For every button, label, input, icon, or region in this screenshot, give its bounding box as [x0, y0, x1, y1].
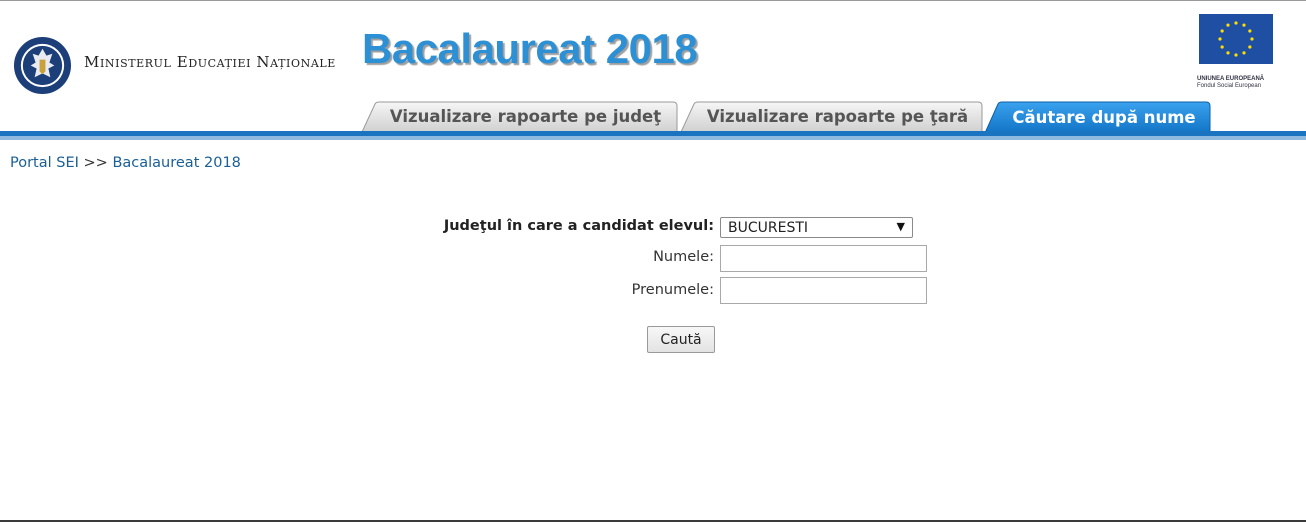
- page-title: Bacalaureat 2018: [362, 25, 698, 72]
- eu-star-icon: [1226, 51, 1230, 55]
- eu-caption: UNIUNEA EUROPEANĂ Fondul Social European: [1197, 76, 1264, 90]
- eu-caption-line2: Fondul Social European: [1197, 83, 1262, 89]
- page-header: Ministerul Educației Naționale Bacalaure…: [0, 1, 1306, 141]
- eu-star-icon: [1242, 23, 1246, 27]
- eu-star-icon: [1250, 37, 1254, 41]
- name-input[interactable]: [720, 245, 927, 272]
- first-name-input[interactable]: [720, 277, 927, 304]
- eu-star-icon: [1220, 45, 1224, 49]
- breadcrumb-current-link[interactable]: Bacalaureat 2018: [112, 155, 240, 171]
- search-button[interactable]: Caută: [647, 326, 715, 353]
- county-select[interactable]: BUCURESTI ▼: [720, 217, 913, 238]
- eu-flag-icon: [1199, 14, 1273, 64]
- eu-star-icon: [1220, 29, 1224, 33]
- dropdown-arrow-icon: ▼: [896, 220, 905, 233]
- county-label: Judeţul în care a candidat elevul:: [443, 218, 714, 234]
- eu-star-icon: [1218, 37, 1222, 41]
- eu-star-icon: [1242, 51, 1246, 55]
- breadcrumb-separator: >>: [83, 155, 108, 171]
- breadcrumb: Portal SEI >> Bacalaureat 2018: [10, 155, 241, 171]
- county-select-value: BUCURESTI: [728, 220, 809, 236]
- eu-star-icon: [1234, 21, 1238, 25]
- eu-star-icon: [1248, 29, 1252, 33]
- tab-label: Căutare după nume: [1012, 107, 1196, 127]
- tab-search-by-name[interactable]: Căutare după nume: [984, 101, 1212, 133]
- eu-star-icon: [1226, 23, 1230, 27]
- tab-reports-by-country[interactable]: Vizualizare rapoarte pe ţară: [680, 101, 983, 132]
- tab-reports-by-county[interactable]: Vizualizare rapoarte pe judeţ: [361, 101, 678, 132]
- breadcrumb-portal-link[interactable]: Portal SEI: [10, 155, 79, 171]
- eu-caption-line1: UNIUNEA EUROPEANĂ: [1197, 76, 1265, 82]
- eu-star-icon: [1248, 45, 1252, 49]
- tab-label: Vizualizare rapoarte pe judeţ: [389, 107, 662, 126]
- eu-star-icon: [1234, 53, 1238, 57]
- government-seal-icon: [13, 36, 72, 95]
- tab-bar-shadow: [0, 136, 1306, 140]
- name-label: Numele:: [653, 249, 714, 265]
- first-name-label: Prenumele:: [631, 282, 714, 298]
- ministry-name: Ministerul Educației Naționale: [84, 53, 336, 71]
- tab-label: Vizualizare rapoarte pe ţară: [706, 107, 969, 126]
